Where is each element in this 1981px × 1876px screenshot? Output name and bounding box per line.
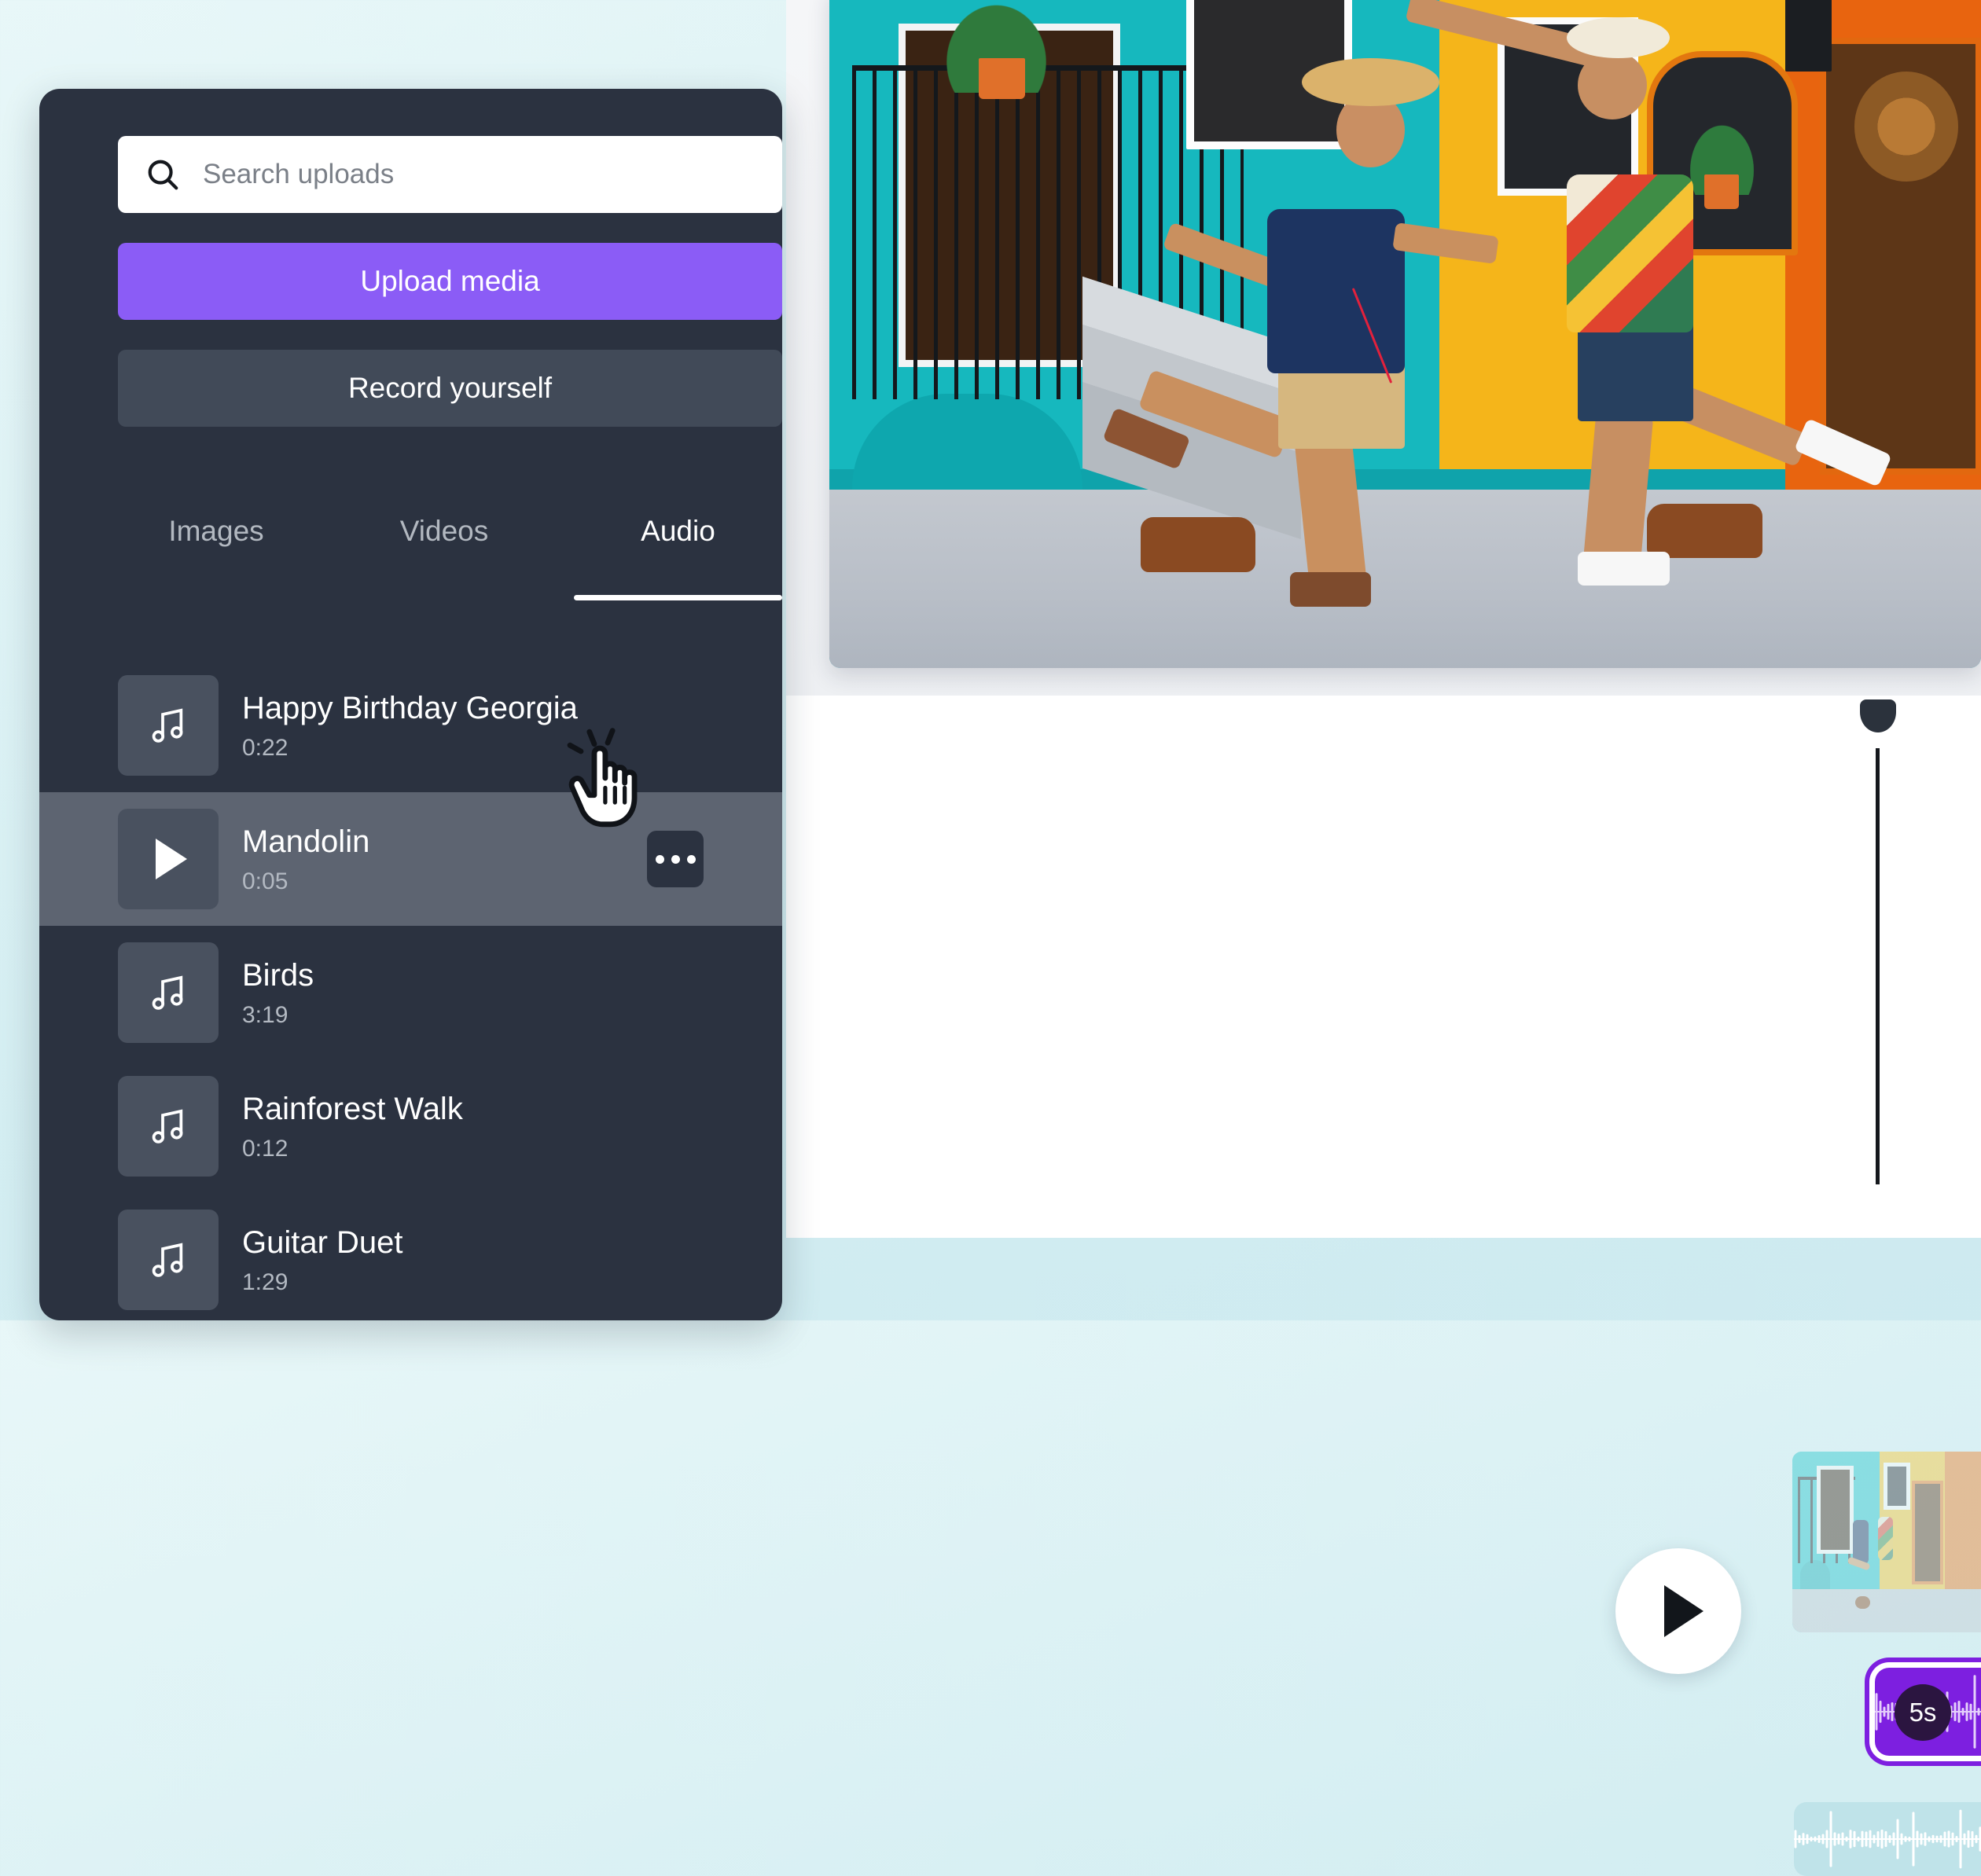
search-icon: [148, 160, 178, 190]
editor-surface: 5s: [786, 0, 1981, 1876]
list-item-meta: Happy Birthday Georgia 0:22: [242, 690, 578, 762]
tab-images[interactable]: Images: [118, 515, 314, 548]
preview-man1-shoe-front: [1290, 571, 1371, 607]
preview-dog-right: [1647, 503, 1762, 559]
music-note-icon: [152, 1109, 183, 1144]
play-icon: [156, 839, 187, 879]
clip-duration-badge: 5s: [1895, 1684, 1951, 1741]
preview-dog-left: [1140, 517, 1256, 572]
audio-thumbnail: [118, 1210, 219, 1310]
tab-audio[interactable]: Audio: [574, 515, 782, 548]
preview-man2-hat: [1566, 17, 1670, 58]
list-item-meta: Mandolin 0:05: [242, 824, 369, 895]
audio-duration: 0:12: [242, 1135, 289, 1162]
click-hand-cursor-icon: [567, 728, 638, 828]
media-tabs: Images Videos Audio: [118, 515, 782, 600]
video-thumbnail-frame: [1792, 1452, 1981, 1632]
preview-ground: [829, 490, 1981, 668]
record-yourself-button[interactable]: Record yourself: [118, 350, 782, 427]
video-track-clip[interactable]: [1792, 1452, 1981, 1632]
audio-duration: 3:19: [242, 1001, 289, 1028]
waveform-icon: [1794, 1809, 1981, 1869]
music-note-icon: [152, 975, 183, 1010]
ellipsis-icon: [655, 854, 664, 864]
audio-title: Guitar Duet: [242, 1224, 403, 1260]
audio-thumbnail: [118, 1076, 219, 1177]
tab-active-underline: [574, 595, 782, 600]
ellipsis-icon: [671, 854, 680, 864]
preview-man2-head: [1578, 51, 1648, 120]
search-bar[interactable]: [118, 136, 782, 213]
audio-title: Mandolin: [242, 824, 370, 859]
audio-duration: 0:22: [242, 734, 289, 761]
timeline-panel[interactable]: 5s: [786, 696, 1981, 1876]
list-item[interactable]: Guitar Duet 1:29: [39, 1193, 782, 1320]
list-item[interactable]: Happy Birthday Georgia 0:22: [39, 659, 782, 792]
audio-list: Happy Birthday Georgia 0:22 Mandolin 0:0…: [39, 659, 782, 1320]
preview-man1-hat: [1301, 57, 1440, 106]
preview-pot-left: [979, 57, 1026, 100]
preview-man2-shoe-front: [1578, 551, 1670, 586]
audio-thumbnail[interactable]: [118, 809, 219, 909]
music-note-icon: [152, 708, 183, 743]
uploads-panel: Upload media Record yourself Images Vide…: [39, 89, 782, 1320]
audio-title: Happy Birthday Georgia: [242, 690, 578, 725]
more-options-button[interactable]: [647, 831, 704, 887]
video-preview[interactable]: [829, 0, 1981, 668]
tab-videos[interactable]: Videos: [346, 515, 542, 548]
playhead-line[interactable]: [1876, 748, 1880, 1184]
ellipsis-icon: [686, 854, 696, 864]
music-note-icon: [152, 1243, 183, 1277]
preview-lantern: [1784, 0, 1832, 72]
audio-duration: 1:29: [242, 1268, 289, 1295]
audio-title: Rainforest Walk: [242, 1091, 463, 1126]
preview-man2-shirt: [1566, 174, 1693, 332]
audio-duration: 0:05: [242, 868, 289, 894]
audio-thumbnail: [118, 942, 219, 1043]
clip-duration-text: 5s: [1909, 1698, 1937, 1727]
play-icon: [1664, 1585, 1704, 1637]
audio-title: Birds: [242, 957, 314, 993]
preview-man1-shirt: [1266, 208, 1406, 374]
play-button[interactable]: [1615, 1548, 1741, 1674]
list-item[interactable]: Rainforest Walk 0:12: [39, 1059, 782, 1193]
preview-pot-right: [1704, 174, 1740, 209]
preview-carving: [1854, 72, 1958, 182]
list-item[interactable]: Mandolin 0:05: [39, 792, 782, 926]
list-item[interactable]: Birds 3:19: [39, 926, 782, 1059]
preview-area: [786, 0, 1981, 696]
upload-media-button[interactable]: Upload media: [118, 243, 782, 320]
audio-sub-clip[interactable]: [1794, 1802, 1981, 1876]
list-item-meta: Birds 3:19: [242, 957, 314, 1029]
list-item-meta: Guitar Duet 1:29: [242, 1224, 403, 1296]
audio-thumbnail: [118, 675, 219, 776]
search-input[interactable]: [201, 158, 708, 191]
list-item-meta: Rainforest Walk 0:12: [242, 1091, 463, 1162]
